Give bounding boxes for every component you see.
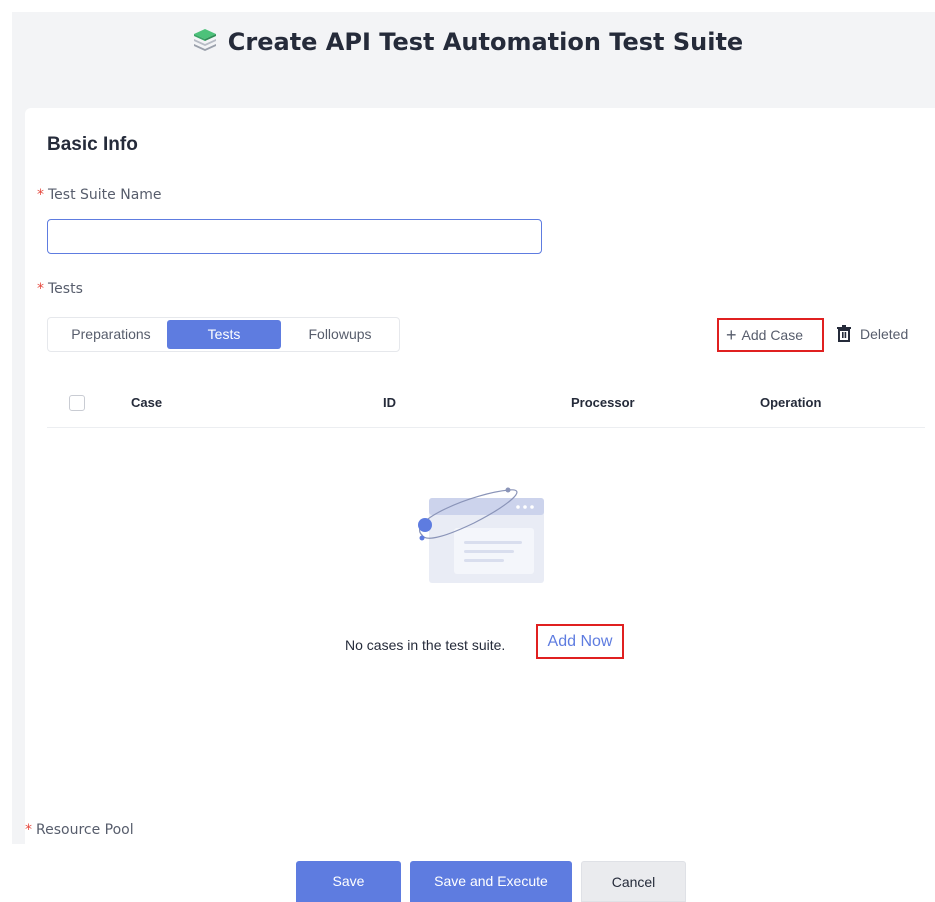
tests-label: * Tests: [37, 281, 83, 297]
deleted-button[interactable]: Deleted: [836, 322, 908, 346]
tab-preparations[interactable]: Preparations: [56, 320, 166, 349]
empty-state-message: No cases in the test suite.: [345, 637, 506, 653]
add-case-button[interactable]: + Add Case: [717, 318, 824, 352]
plus-icon: +: [726, 325, 737, 345]
deleted-label: Deleted: [860, 326, 909, 342]
column-id: ID: [383, 395, 396, 410]
page-title: Create API Test Automation Test Suite: [0, 27, 935, 56]
test-suite-name-input[interactable]: [47, 219, 542, 254]
select-all-checkbox[interactable]: [69, 395, 85, 411]
tab-tests[interactable]: Tests: [167, 320, 281, 349]
basic-info-heading: Basic Info: [47, 134, 138, 155]
add-case-label: Add Case: [741, 327, 803, 343]
trash-icon: [837, 325, 851, 342]
test-suite-name-label: * Test Suite Name: [37, 187, 162, 203]
add-now-link[interactable]: Add Now: [536, 624, 624, 659]
column-operation: Operation: [760, 395, 822, 410]
save-and-execute-button[interactable]: Save and Execute: [410, 861, 572, 902]
column-case: Case: [131, 395, 163, 410]
resource-pool-label: * Resource Pool: [25, 822, 134, 838]
required-mark: *: [37, 187, 44, 203]
cases-table-header: Case ID Processor Operation: [47, 380, 925, 428]
page-title-text: Create API Test Automation Test Suite: [227, 28, 744, 56]
column-processor: Processor: [571, 395, 635, 410]
empty-state-illustration: [418, 487, 544, 583]
stacked-layers-icon: [193, 29, 216, 51]
save-button[interactable]: Save: [296, 861, 401, 902]
cancel-button[interactable]: Cancel: [581, 861, 686, 902]
test-phase-tabs: Preparations Tests Followups: [47, 317, 400, 352]
required-mark: *: [37, 281, 44, 297]
required-mark: *: [25, 822, 32, 838]
tab-followups[interactable]: Followups: [285, 320, 395, 349]
